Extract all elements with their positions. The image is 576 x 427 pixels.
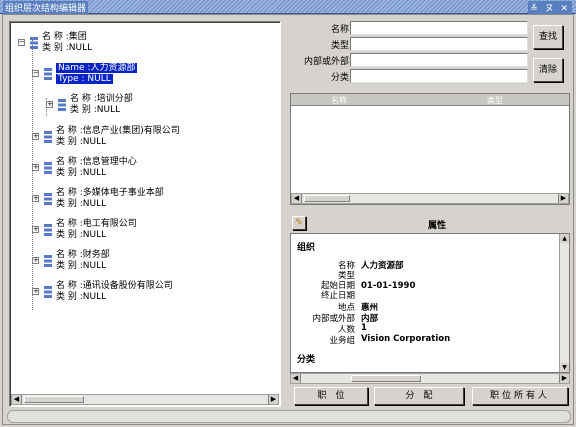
properties-horizontal-scrollbar[interactable]: ◀ ▶ xyxy=(290,373,570,384)
scroll-down-icon[interactable]: ▼ xyxy=(560,363,569,372)
tree-node-label: 名 称 :通讯设备股份有限公司 xyxy=(56,281,173,291)
scroll-left-icon[interactable]: ◀ xyxy=(292,194,302,203)
results-horizontal-scrollbar[interactable]: ◀ ▶ xyxy=(291,193,569,204)
scroll-thumb[interactable] xyxy=(304,195,350,202)
positions-button[interactable]: 职 位 xyxy=(294,387,368,405)
properties-toolbar: ✎ 属性 xyxy=(290,215,570,231)
tree-node-label: 名 称 :信息产业(集团)有限公司 xyxy=(56,126,180,136)
expand-icon[interactable]: + xyxy=(32,195,39,202)
scroll-up-icon[interactable]: ▲ xyxy=(560,234,569,243)
type-label: 类型 xyxy=(330,41,349,51)
prop-value: 1 xyxy=(361,323,367,333)
column-header-name[interactable]: 名称 xyxy=(331,95,347,106)
tree-node-label: 名 称 :多媒体电子事业本部 xyxy=(56,188,164,198)
scroll-left-icon[interactable]: ◀ xyxy=(12,395,22,404)
section-organization: 组织 xyxy=(297,243,316,253)
results-table[interactable]: 名称 类型 ◀ ▶ xyxy=(290,93,570,205)
prop-value: Vision Corporation xyxy=(361,334,451,344)
all-positions-button[interactable]: 职位所有人 xyxy=(472,387,568,405)
find-button[interactable]: 查找 xyxy=(533,25,563,49)
clear-button[interactable]: 清除 xyxy=(533,58,563,82)
tree-node-label: Name :人力资源部 xyxy=(56,63,138,73)
org-node-icon xyxy=(44,131,52,143)
scroll-right-icon[interactable]: ▶ xyxy=(558,194,568,203)
tree-node-label: 名 称 :培训分部 xyxy=(70,94,133,104)
scroll-left-icon[interactable]: ◀ xyxy=(291,374,301,383)
inout-label: 内部或外部 xyxy=(303,57,349,67)
expand-icon[interactable]: + xyxy=(32,133,39,140)
tree-node-sub: 类 别 :NULL xyxy=(56,199,107,209)
tree-node-sub: 类 别 :NULL xyxy=(56,137,107,147)
tree-node-sub: 类 别 :NULL xyxy=(56,261,107,271)
window-controls[interactable]: ≚ ヌ ✕ xyxy=(528,1,572,14)
tree-node-sub: Type : NULL xyxy=(56,74,113,84)
editor-window: − 名 称 :集团 类 别 :NULL − Name :人力资源部 Type :… xyxy=(2,14,574,425)
tree-node-sub: 类 别 :NULL xyxy=(70,105,121,115)
tree-node-sub: 类 别 :NULL xyxy=(42,43,93,53)
tree-node-sub: 类 别 :NULL xyxy=(56,230,107,240)
assign-button[interactable]: 分 配 xyxy=(374,387,464,405)
category-label: 分类 xyxy=(330,73,349,83)
title-bar: 组织层次结构编辑器 ≚ ヌ ✕ xyxy=(0,0,576,14)
status-bar xyxy=(7,410,571,423)
expand-icon[interactable]: + xyxy=(32,164,39,171)
tree-node-label: 名 称 :信息管理中心 xyxy=(56,157,137,167)
tree-node[interactable]: + 名 称 :电工有限公司 类 别 :NULL xyxy=(32,219,137,241)
tree-horizontal-scrollbar[interactable]: ◀ ▶ xyxy=(11,394,279,405)
name-field[interactable] xyxy=(350,21,528,35)
prop-key: 业务组 xyxy=(329,336,355,346)
column-header-type[interactable]: 类型 xyxy=(487,95,503,106)
prop-key: 终止日期 xyxy=(320,291,355,301)
properties-vertical-scrollbar[interactable]: ▲ ▼ xyxy=(559,234,569,372)
org-node-icon xyxy=(44,68,52,80)
tree-node[interactable]: + 名 称 :培训分部 类 别 :NULL xyxy=(46,94,133,116)
org-node-icon xyxy=(58,99,66,111)
tree-node-label: 名 称 :财务部 xyxy=(56,250,110,260)
expand-icon[interactable]: + xyxy=(32,288,39,295)
tree-node[interactable]: + 名 称 :财务部 类 别 :NULL xyxy=(32,250,110,272)
tree-node-label: 名 称 :电工有限公司 xyxy=(56,219,137,229)
properties-title: 属性 xyxy=(428,221,447,231)
expand-icon[interactable]: + xyxy=(32,257,39,264)
results-table-header: 名称 类型 xyxy=(291,94,569,106)
org-node-icon xyxy=(30,37,38,49)
org-node-icon xyxy=(44,255,52,267)
pin-button[interactable]: ✎ xyxy=(292,216,306,230)
org-node-icon xyxy=(44,162,52,174)
category-field[interactable] xyxy=(350,69,528,83)
tree-node[interactable]: + 名 称 :多媒体电子事业本部 类 别 :NULL xyxy=(32,188,164,210)
org-node-icon xyxy=(44,224,52,236)
tree-node[interactable]: + 名 称 :通讯设备股份有限公司 类 别 :NULL xyxy=(32,281,173,303)
prop-value: 人力资源部 xyxy=(361,261,404,271)
tree-node-selected[interactable]: − Name :人力资源部 Type : NULL xyxy=(32,63,138,85)
org-node-icon xyxy=(44,193,52,205)
hierarchy-tree[interactable]: − 名 称 :集团 类 别 :NULL − Name :人力资源部 Type :… xyxy=(9,21,281,407)
org-node-icon xyxy=(44,286,52,298)
collapse-icon[interactable]: − xyxy=(32,70,39,77)
expand-icon[interactable]: + xyxy=(32,226,39,233)
collapse-icon[interactable]: − xyxy=(18,39,25,46)
tree-node-root[interactable]: − 名 称 :集团 类 别 :NULL xyxy=(18,32,93,54)
section-classification: 分类 xyxy=(297,355,316,365)
tree-node-sub: 类 别 :NULL xyxy=(56,292,107,302)
tree-node[interactable]: + 名 称 :信息产业(集团)有限公司 类 别 :NULL xyxy=(32,126,180,148)
window-title: 组织层次结构编辑器 xyxy=(3,1,89,14)
tree-node[interactable]: + 名 称 :信息管理中心 类 别 :NULL xyxy=(32,157,137,179)
properties-panel[interactable]: 组织 名称 人力资源部 类型 起始日期 01-01-1990 终止日期 地点 惠… xyxy=(290,233,570,373)
expand-icon[interactable]: + xyxy=(46,101,53,108)
scroll-thumb[interactable] xyxy=(351,375,421,382)
scroll-right-icon[interactable]: ▶ xyxy=(268,395,278,404)
tree-node-label: 名 称 :集团 xyxy=(42,32,87,42)
prop-value: 01-01-1990 xyxy=(361,281,416,291)
inout-field[interactable] xyxy=(350,53,528,67)
type-field[interactable] xyxy=(350,37,528,51)
tree-node-sub: 类 别 :NULL xyxy=(56,168,107,178)
scroll-thumb[interactable] xyxy=(24,396,84,403)
scroll-right-icon[interactable]: ▶ xyxy=(559,374,569,383)
name-label: 名称 xyxy=(330,25,349,35)
